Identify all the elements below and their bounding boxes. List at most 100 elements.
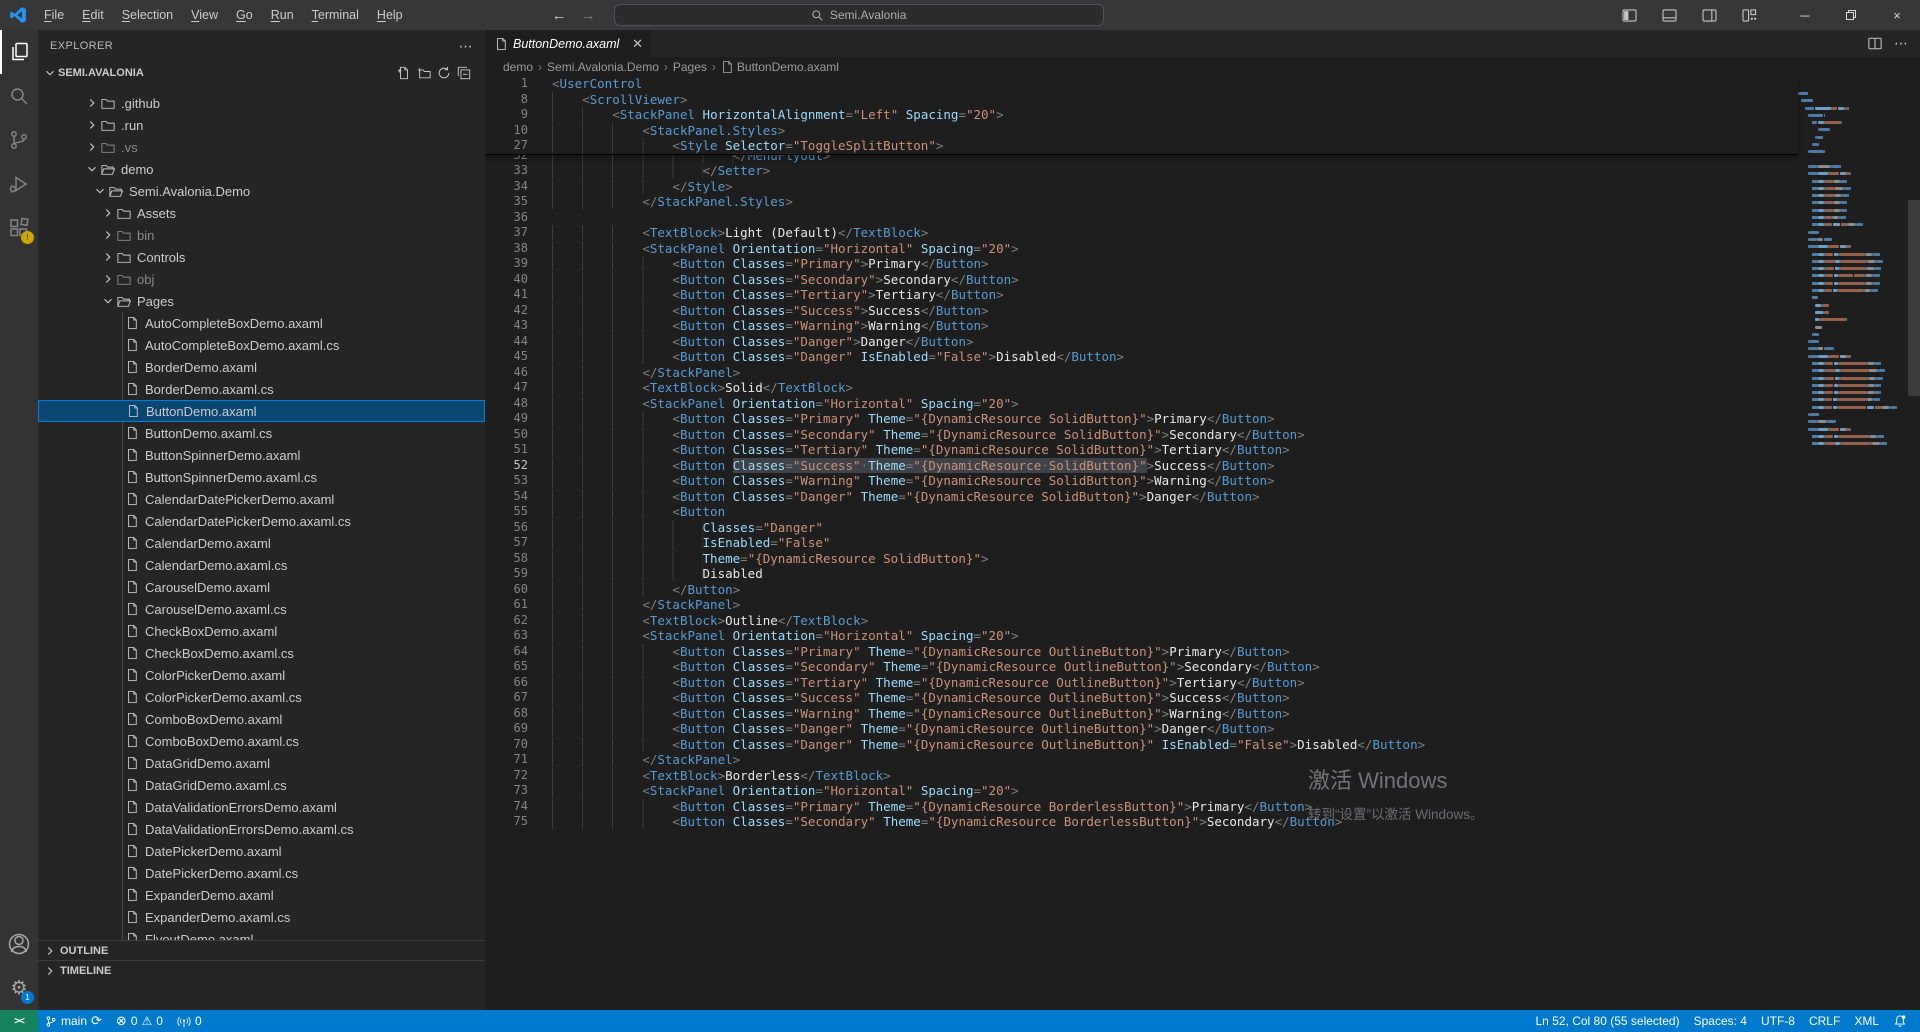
tree-item-checkboxdemo-axaml-cs[interactable]: CheckBoxDemo.axaml.cs (38, 642, 485, 664)
code-line-42[interactable]: 42 <Button Classes="Success">Success</Bu… (485, 303, 1798, 319)
tree-item--github[interactable]: .github (38, 92, 485, 114)
menu-selection[interactable]: Selection (113, 0, 182, 30)
tree-item--run[interactable]: .run (38, 114, 485, 136)
breadcrumb-item[interactable]: demo (503, 60, 533, 74)
status-ports[interactable]: 0 (170, 1010, 209, 1032)
tab-close-icon[interactable]: ✕ (632, 36, 643, 52)
tree-item-datepickerdemo-axaml[interactable]: DatePickerDemo.axaml (38, 840, 485, 862)
tree-item-assets[interactable]: Assets (38, 202, 485, 224)
code-line-60[interactable]: 60 </Button> (485, 582, 1798, 598)
code-line-45[interactable]: 45 <Button Classes="Danger" IsEnabled="F… (485, 349, 1798, 365)
code-line-36[interactable]: 36 (485, 210, 1798, 226)
activity-account-icon[interactable] (0, 922, 38, 966)
tree-item-colorpickerdemo-axaml[interactable]: ColorPickerDemo.axaml (38, 664, 485, 686)
breadcrumb-item[interactable]: ButtonDemo.axaml (721, 60, 839, 74)
toggle-secondary-sidebar-icon[interactable] (1694, 2, 1724, 28)
status-encoding[interactable]: UTF-8 (1754, 1010, 1802, 1032)
nav-back-icon[interactable]: ← (552, 7, 567, 24)
split-editor-icon[interactable] (1868, 37, 1882, 50)
tree-item-datagriddemo-axaml-cs[interactable]: DataGridDemo.axaml.cs (38, 774, 485, 796)
code-editor[interactable]: 32 </MenuFlyout>33 </Setter>34 </Style>3… (485, 76, 1920, 1010)
tree-item-carouseldemo-axaml-cs[interactable]: CarouselDemo.axaml.cs (38, 598, 485, 620)
activity-source-control-icon[interactable] (0, 118, 38, 162)
nav-forward-icon[interactable]: → (581, 7, 596, 24)
tree-item-bin[interactable]: bin (38, 224, 485, 246)
code-line-61[interactable]: 61 </StackPanel> (485, 597, 1798, 613)
code-line-68[interactable]: 68 <Button Classes="Warning" Theme="{Dyn… (485, 706, 1798, 722)
code-line-10[interactable]: 10 <StackPanel.Styles> (485, 123, 1798, 139)
toggle-panel-icon[interactable] (1654, 2, 1684, 28)
tree-item-demo[interactable]: demo (38, 158, 485, 180)
code-line-63[interactable]: 63 <StackPanel Orientation="Horizontal" … (485, 628, 1798, 644)
tree-item-checkboxdemo-axaml[interactable]: CheckBoxDemo.axaml (38, 620, 485, 642)
code-line-56[interactable]: 56 Classes="Danger" (485, 520, 1798, 536)
tree-item-autocompleteboxdemo-axaml-cs[interactable]: AutoCompleteBoxDemo.axaml.cs (38, 334, 485, 356)
menu-go[interactable]: Go (227, 0, 262, 30)
menu-terminal[interactable]: Terminal (303, 0, 368, 30)
code-line-74[interactable]: 74 <Button Classes="Primary" Theme="{Dyn… (485, 799, 1798, 815)
status-cursor-position[interactable]: Ln 52, Col 80 (55 selected) (1529, 1010, 1687, 1032)
code-line-33[interactable]: 33 </Setter> (485, 163, 1798, 179)
code-line-71[interactable]: 71 </StackPanel> (485, 752, 1798, 768)
tree-item-buttonspinnerdemo-axaml-cs[interactable]: ButtonSpinnerDemo.axaml.cs (38, 466, 485, 488)
status-eol[interactable]: CRLF (1802, 1010, 1847, 1032)
activity-run-debug-icon[interactable] (0, 162, 38, 206)
menu-file[interactable]: File (35, 0, 73, 30)
code-line-62[interactable]: 62 <TextBlock>Outline</TextBlock> (485, 613, 1798, 629)
restore-button[interactable] (1828, 0, 1874, 30)
tree-item-datagriddemo-axaml[interactable]: DataGridDemo.axaml (38, 752, 485, 774)
editor-more-actions-icon[interactable]: ⋯ (1894, 35, 1908, 52)
code-line-54[interactable]: 54 <Button Classes="Danger" Theme="{Dyna… (485, 489, 1798, 505)
editor-scrollbar[interactable] (1908, 200, 1920, 396)
menu-view[interactable]: View (182, 0, 227, 30)
tree-item-comboboxdemo-axaml-cs[interactable]: ComboBoxDemo.axaml.cs (38, 730, 485, 752)
activity-search-icon[interactable] (0, 74, 38, 118)
tree-item-calendardemo-axaml[interactable]: CalendarDemo.axaml (38, 532, 485, 554)
status-problems[interactable]: ⊗0⚠0 (109, 1010, 170, 1032)
status-git-branch[interactable]: main⟳ (38, 1010, 109, 1032)
tree-item-expanderdemo-axaml[interactable]: ExpanderDemo.axaml (38, 884, 485, 906)
workspace-section-header[interactable]: SEMI.AVALONIA (38, 62, 485, 84)
code-line-37[interactable]: 37 <TextBlock>Light (Default)</TextBlock… (485, 225, 1798, 241)
tree-item-buttonspinnerdemo-axaml[interactable]: ButtonSpinnerDemo.axaml (38, 444, 485, 466)
code-line-64[interactable]: 64 <Button Classes="Primary" Theme="{Dyn… (485, 644, 1798, 660)
new-file-icon[interactable] (397, 66, 411, 80)
code-line-47[interactable]: 47 <TextBlock>Solid</TextBlock> (485, 380, 1798, 396)
code-line-38[interactable]: 38 <StackPanel Orientation="Horizontal" … (485, 241, 1798, 257)
tree-item-obj[interactable]: obj (38, 268, 485, 290)
tab-buttondemo-axaml[interactable]: ButtonDemo.axaml ✕ (485, 30, 651, 57)
code-line-43[interactable]: 43 <Button Classes="Warning">Warning</Bu… (485, 318, 1798, 334)
tree-item-controls[interactable]: Controls (38, 246, 485, 268)
tree-item-datavalidationerrorsdemo-axaml-cs[interactable]: DataValidationErrorsDemo.axaml.cs (38, 818, 485, 840)
tree-item-flyoutdemo-axaml[interactable]: FlyoutDemo.axaml (38, 928, 485, 940)
breadcrumb-item[interactable]: Pages (673, 60, 707, 74)
code-line-46[interactable]: 46 </StackPanel> (485, 365, 1798, 381)
outline-section[interactable]: OUTLINE (38, 940, 485, 960)
code-line-55[interactable]: 55 <Button (485, 504, 1798, 520)
code-line-44[interactable]: 44 <Button Classes="Danger">Danger</Butt… (485, 334, 1798, 350)
minimize-button[interactable]: ─ (1782, 0, 1828, 30)
tree-item-calendardemo-axaml-cs[interactable]: CalendarDemo.axaml.cs (38, 554, 485, 576)
activity-explorer-icon[interactable] (0, 30, 38, 74)
menu-run[interactable]: Run (262, 0, 303, 30)
code-line-35[interactable]: 35 </StackPanel.Styles> (485, 194, 1798, 210)
code-line-1[interactable]: 1<UserControl (485, 76, 1798, 92)
minimap[interactable] (1798, 90, 1908, 448)
tree-item-colorpickerdemo-axaml-cs[interactable]: ColorPickerDemo.axaml.cs (38, 686, 485, 708)
code-line-72[interactable]: 72 <TextBlock>Borderless</TextBlock> (485, 768, 1798, 784)
customize-layout-icon[interactable] (1734, 2, 1764, 28)
toggle-primary-sidebar-icon[interactable] (1614, 2, 1644, 28)
code-line-73[interactable]: 73 <StackPanel Orientation="Horizontal" … (485, 783, 1798, 799)
code-line-50[interactable]: 50 <Button Classes="Secondary" Theme="{D… (485, 427, 1798, 443)
code-line-66[interactable]: 66 <Button Classes="Tertiary" Theme="{Dy… (485, 675, 1798, 691)
code-line-34[interactable]: 34 </Style> (485, 179, 1798, 195)
tree-item-pages[interactable]: Pages (38, 290, 485, 312)
code-line-53[interactable]: 53 <Button Classes="Warning" Theme="{Dyn… (485, 473, 1798, 489)
tree-item-calendardatepickerdemo-axaml[interactable]: CalendarDatePickerDemo.axaml (38, 488, 485, 510)
status-notifications[interactable] (1886, 1010, 1914, 1032)
tree-item-borderdemo-axaml-cs[interactable]: BorderDemo.axaml.cs (38, 378, 485, 400)
code-line-52[interactable]: 52 <Button Classes="Success"·Theme="{Dyn… (485, 458, 1798, 474)
timeline-section[interactable]: TIMELINE (38, 960, 485, 980)
new-folder-icon[interactable] (417, 66, 431, 80)
code-line-9[interactable]: 9 <StackPanel HorizontalAlignment="Left"… (485, 107, 1798, 123)
